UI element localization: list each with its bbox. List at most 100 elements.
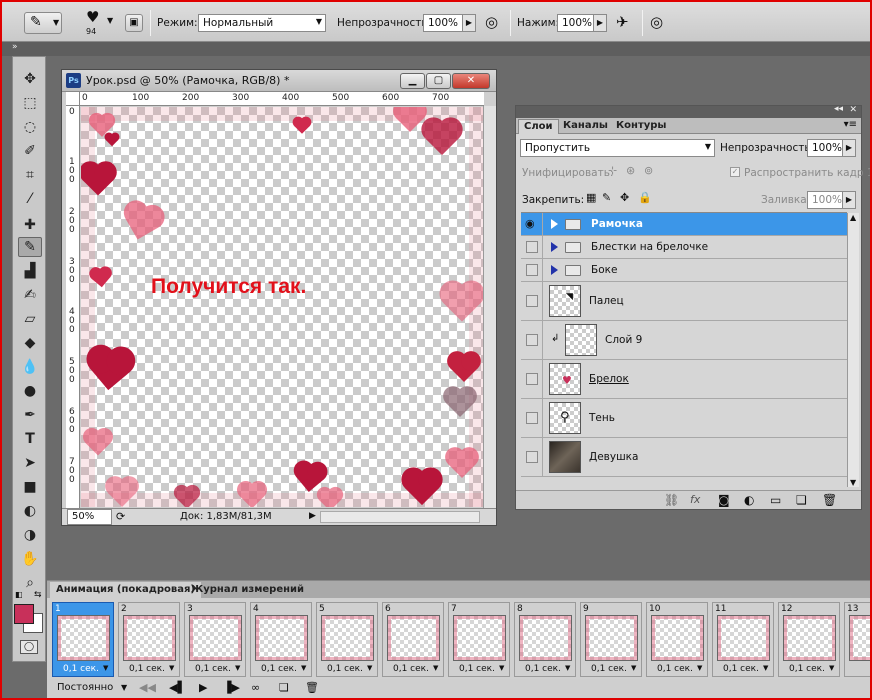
collapse-panel-icon[interactable]: ◂◂ — [834, 104, 843, 114]
layer-row[interactable]: Девушка — [521, 438, 847, 477]
chevron-down-icon[interactable]: ▼ — [631, 664, 636, 672]
dodge-tool-icon[interactable]: ● — [18, 381, 42, 401]
animation-frame[interactable]: 2 0,1 сек. ▼ — [118, 602, 180, 677]
frame-delay[interactable]: 0,1 сек. — [657, 664, 693, 674]
play-icon[interactable]: ▶ — [199, 681, 207, 694]
hand-tool-icon[interactable]: ✋ — [18, 549, 42, 569]
brush-size-picker[interactable]: ♥ 94 — [84, 8, 106, 38]
chevron-down-icon[interactable]: ▼ — [301, 664, 306, 672]
layer-row[interactable]: ◉ Рамочка — [521, 213, 847, 236]
pressure-slider-arrow[interactable]: ▶ — [593, 14, 607, 32]
fill-arrow[interactable]: ▶ — [842, 191, 856, 209]
layer-row[interactable]: ♥ Брелок — [521, 360, 847, 399]
animation-frame[interactable]: 1 0,1 сек. ▼ — [52, 602, 114, 677]
visibility-toggle[interactable] — [521, 259, 543, 281]
chevron-down-icon[interactable]: ▼ — [697, 664, 702, 672]
close-icon[interactable]: ✕ — [452, 73, 490, 89]
adjustment-layer-icon[interactable]: ◐ — [744, 493, 754, 507]
eyedropper-tool-icon[interactable]: ⁄ — [18, 189, 42, 209]
visibility-toggle[interactable] — [521, 438, 543, 476]
shape-tool-icon[interactable]: ■ — [18, 477, 42, 497]
frame-delay[interactable]: 0,1 сек. — [459, 664, 495, 674]
brush-tool-icon[interactable]: ✎ — [18, 237, 42, 257]
new-layer-icon[interactable]: ❏ — [796, 493, 807, 507]
frame-delay[interactable]: 0,1 сек. — [129, 664, 165, 674]
visibility-toggle[interactable] — [521, 321, 543, 359]
default-colors-icon[interactable]: ◧ — [15, 590, 23, 599]
lock-pixels-icon[interactable]: ✎ — [602, 191, 611, 204]
opacity-input[interactable]: 100% — [423, 14, 463, 32]
chevron-down-icon[interactable]: ▼ — [169, 664, 174, 672]
fill-input[interactable]: 100% — [807, 191, 843, 209]
chevron-down-icon[interactable]: ▼ — [433, 664, 438, 672]
collapse-icon[interactable]: » — [12, 42, 18, 52]
paint-bucket-tool-icon[interactable]: ◆ — [18, 333, 42, 353]
animation-frame[interactable]: 5 0,1 сек. ▼ — [316, 602, 378, 677]
layer-row[interactable]: Боке — [521, 259, 847, 282]
tab-measurement-log[interactable]: Журнал измерений — [185, 582, 310, 598]
chevron-down-icon[interactable]: ▼ — [763, 664, 768, 672]
trash-icon[interactable]: 🗑 — [305, 681, 319, 694]
link-layers-icon[interactable]: ⛓ — [664, 493, 679, 507]
frame-delay[interactable]: 0,1 сек. — [327, 664, 363, 674]
next-frame-icon[interactable]: ▐▶ — [223, 681, 240, 694]
chevron-down-icon[interactable]: ▼ — [367, 664, 372, 672]
chevron-down-icon[interactable]: ▼ — [235, 664, 240, 672]
expand-triangle-icon[interactable] — [551, 219, 558, 229]
lock-transparent-icon[interactable]: ▦ — [586, 191, 596, 204]
status-menu-icon[interactable]: ⟳ — [116, 510, 125, 523]
animation-frame[interactable]: 11 0,1 сек. ▼ — [712, 602, 774, 677]
quick-mask-icon[interactable]: ◯ — [20, 640, 38, 654]
stamp-tool-icon[interactable]: ▟ — [18, 261, 42, 281]
pen-tool-icon[interactable]: ✒ — [18, 405, 42, 425]
move-tool-icon[interactable]: ✥ — [18, 69, 42, 89]
add-mask-icon[interactable]: ◙ — [718, 493, 730, 507]
eraser-tool-icon[interactable]: ▱ — [18, 309, 42, 329]
maximize-icon[interactable]: ▢ — [426, 73, 451, 89]
foreground-color-swatch[interactable] — [14, 604, 34, 624]
status-arrow-icon[interactable]: ▶ — [309, 511, 316, 521]
blur-tool-icon[interactable]: 💧 — [18, 357, 42, 377]
document-canvas[interactable]: Получится так. — [81, 107, 483, 507]
visibility-toggle[interactable] — [521, 399, 543, 437]
animation-frame[interactable]: 7 0,1 сек. ▼ — [448, 602, 510, 677]
path-select-tool-icon[interactable]: ➤ — [18, 453, 42, 473]
panel-header[interactable]: ◂◂ ✕ — [516, 104, 861, 118]
close-icon[interactable]: ✕ — [849, 105, 857, 115]
chevron-down-icon[interactable]: ▼ — [107, 16, 113, 25]
chevron-down-icon[interactable]: ▼ — [121, 683, 127, 692]
animation-frame[interactable]: 10 0,1 сек. ▼ — [646, 602, 708, 677]
frame-delay[interactable]: 0,1 сек. — [723, 664, 759, 674]
loop-select[interactable]: Постоянно — [57, 682, 113, 693]
animation-frame[interactable]: 9 0,1 сек. ▼ — [580, 602, 642, 677]
layer-opacity-input[interactable]: 100% — [807, 139, 843, 157]
tab-paths[interactable]: Контуры — [611, 119, 671, 134]
scroll-down-icon[interactable]: ▼ — [850, 478, 856, 487]
first-frame-icon[interactable]: ◀◀ — [139, 681, 156, 694]
visibility-toggle[interactable] — [521, 360, 543, 398]
panel-menu-icon[interactable]: ▾≡ — [844, 119, 857, 130]
chevron-down-icon[interactable]: ▼ — [499, 664, 504, 672]
animation-frame[interactable]: 6 0,1 сек. ▼ — [382, 602, 444, 677]
animation-frame[interactable]: 3 0,1 сек. ▼ — [184, 602, 246, 677]
animation-frame[interactable]: 8 0,1 сек. ▼ — [514, 602, 576, 677]
document-title-bar[interactable]: Ps Урок.psd @ 50% (Рамочка, RGB/8) * ▁ ▢… — [62, 70, 496, 92]
frame-delay[interactable]: 0,1 сек. — [591, 664, 627, 674]
scroll-up-icon[interactable]: ▲ — [850, 213, 856, 222]
frame-delay[interactable]: 0,1 сек. — [789, 664, 825, 674]
frame-delay[interactable]: 0,1 сек. — [393, 664, 429, 674]
frame-delay[interactable]: 0,1 сек. — [63, 664, 99, 674]
layer-row[interactable]: ↲ Слой 9 — [521, 321, 847, 360]
visibility-toggle[interactable] — [521, 282, 543, 320]
3d-orbit-tool-icon[interactable]: ◑ — [18, 525, 42, 545]
type-tool-icon[interactable]: T — [18, 429, 42, 449]
tab-animation[interactable]: Анимация (покадровая) — [50, 582, 201, 598]
tablet-opacity-icon[interactable]: ◎ — [485, 13, 505, 33]
fx-icon[interactable]: fx — [690, 493, 700, 506]
layer-row[interactable]: ◥ Палец — [521, 282, 847, 321]
chevron-down-icon[interactable]: ▼ — [103, 664, 108, 672]
tween-icon[interactable]: ∞ — [251, 681, 260, 694]
zoom-input[interactable]: 50% — [67, 509, 112, 525]
visibility-toggle[interactable] — [521, 236, 543, 258]
prev-frame-icon[interactable]: ◀▌ — [169, 681, 186, 694]
